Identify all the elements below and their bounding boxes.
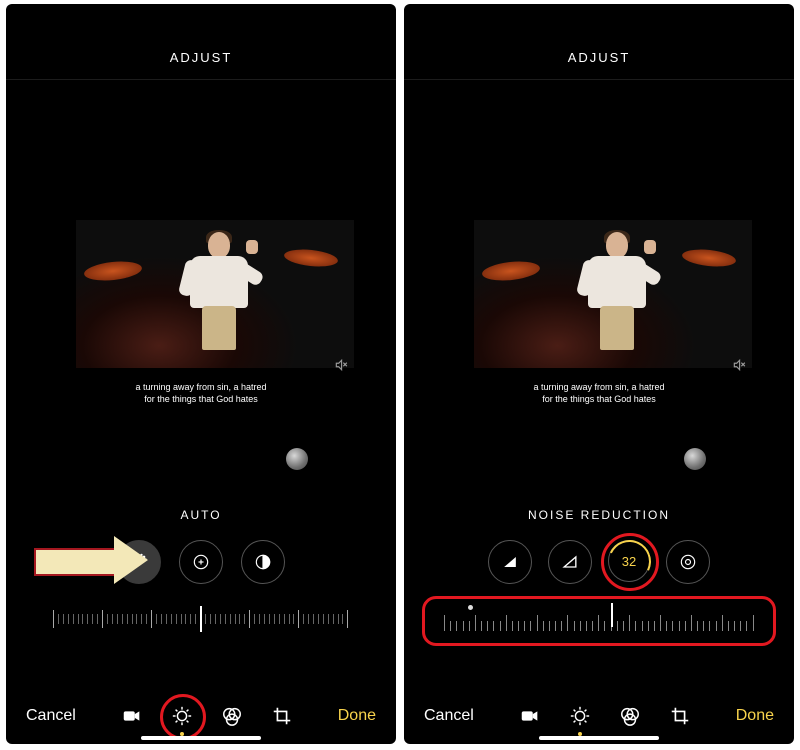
filter-sharpness-button[interactable] bbox=[488, 540, 532, 584]
tutorial-arrow bbox=[34, 536, 152, 584]
filters-tab-icon[interactable] bbox=[220, 704, 244, 728]
filter-exposure-button[interactable] bbox=[179, 540, 223, 584]
caption-line: a turning away from sin, a hatred bbox=[404, 382, 794, 394]
filter-options-row: 32 bbox=[404, 540, 794, 584]
current-filter-label: AUTO bbox=[6, 508, 396, 522]
home-indicator[interactable] bbox=[539, 736, 659, 740]
slider-cursor bbox=[611, 603, 613, 627]
audio-mute-icon[interactable] bbox=[334, 358, 348, 375]
video-preview[interactable] bbox=[474, 220, 752, 368]
video-tab-icon[interactable] bbox=[120, 704, 144, 728]
phone-screen-left: ADJUST a turning away from sin, a hatred… bbox=[6, 4, 396, 744]
speaker-figure bbox=[188, 232, 248, 352]
filter-noise-reduction-button[interactable]: 32 bbox=[608, 540, 650, 582]
phone-screen-right: ADJUST a turning away from sin, a hatred… bbox=[404, 4, 794, 744]
caption-line: for the things that God hates bbox=[404, 394, 794, 406]
preview-area: a turning away from sin, a hatred for th… bbox=[404, 80, 794, 490]
video-caption: a turning away from sin, a hatred for th… bbox=[6, 382, 396, 405]
filter-vignette-button[interactable] bbox=[666, 540, 710, 584]
caption-line: for the things that God hates bbox=[6, 394, 396, 406]
slider-origin-dot bbox=[468, 605, 473, 610]
cancel-button[interactable]: Cancel bbox=[424, 707, 474, 725]
done-button[interactable]: Done bbox=[736, 707, 774, 725]
slider-cursor bbox=[200, 606, 202, 632]
video-preview[interactable] bbox=[76, 220, 354, 368]
crop-tab-icon[interactable] bbox=[270, 704, 294, 728]
preview-area: a turning away from sin, a hatred for th… bbox=[6, 80, 396, 490]
speaker-figure bbox=[586, 232, 646, 352]
caption-line: a turning away from sin, a hatred bbox=[6, 382, 396, 394]
audio-mute-icon[interactable] bbox=[732, 358, 746, 375]
playhead-handle[interactable] bbox=[684, 448, 706, 470]
filter-highlights-button[interactable] bbox=[241, 540, 285, 584]
bottom-toolbar: Cancel Done bbox=[404, 704, 794, 728]
playhead-handle[interactable] bbox=[286, 448, 308, 470]
adjust-tab-icon[interactable] bbox=[568, 704, 592, 728]
crop-tab-icon[interactable] bbox=[668, 704, 692, 728]
home-indicator[interactable] bbox=[141, 736, 261, 740]
video-caption: a turning away from sin, a hatred for th… bbox=[404, 382, 794, 405]
adjustment-slider[interactable] bbox=[6, 594, 396, 644]
filter-definition-button[interactable] bbox=[548, 540, 592, 584]
slider-ticks bbox=[444, 615, 754, 631]
filter-options-row bbox=[6, 540, 396, 584]
adjustment-slider[interactable] bbox=[404, 594, 794, 644]
header-title: ADJUST bbox=[6, 38, 396, 80]
header-title: ADJUST bbox=[404, 38, 794, 80]
current-filter-label: NOISE REDUCTION bbox=[404, 508, 794, 522]
video-tab-icon[interactable] bbox=[518, 704, 542, 728]
adjust-tab-icon[interactable] bbox=[170, 704, 194, 728]
done-button[interactable]: Done bbox=[338, 707, 376, 725]
cancel-button[interactable]: Cancel bbox=[26, 707, 76, 725]
bottom-toolbar: Cancel Done bbox=[6, 704, 396, 728]
filters-tab-icon[interactable] bbox=[618, 704, 642, 728]
